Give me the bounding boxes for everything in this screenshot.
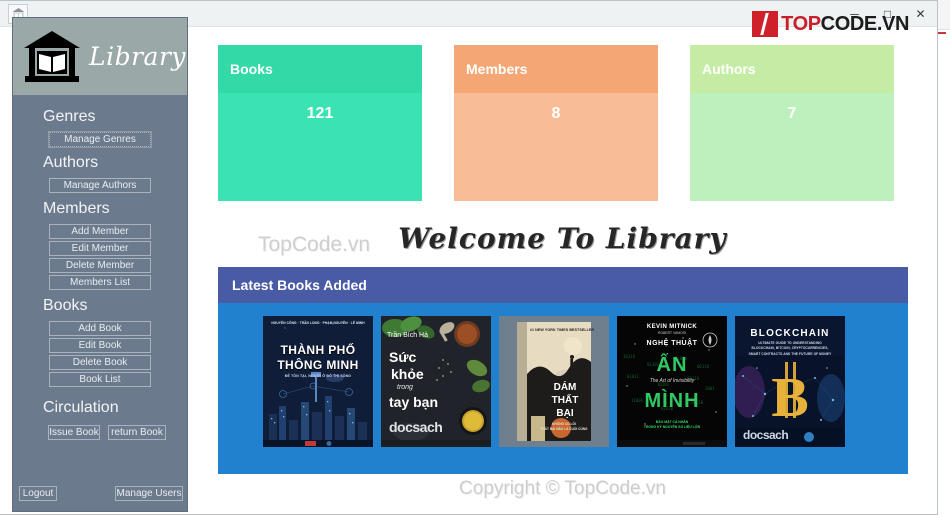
book-cover-thanh-pho-thong-minh[interactable]: NGUYỄN CÔNG · TRẦN LONG · PHẠM NGUYÊN · … xyxy=(263,316,373,447)
stat-card-authors-title: Authors xyxy=(690,45,894,93)
book-cover-2-title-line2: khỏe xyxy=(391,366,424,382)
stat-cards: Books 121 Members 8 Authors 7 xyxy=(218,45,915,201)
book-cover-5-publisher: docsach xyxy=(743,428,789,442)
book-cover-4-title-line1: NGHỆ THUẬT xyxy=(646,340,698,347)
topcode-logo-text-primary: TOP xyxy=(781,12,821,35)
book-cover-2-title-line4: tay bạn xyxy=(389,394,439,410)
book-cover-4-subtitle: The Art of Invisibility xyxy=(649,378,695,384)
sidebar-menu: Genres Manage Genres Authors Manage Auth… xyxy=(13,95,187,440)
book-cover-2-publisher: docsach xyxy=(389,419,443,435)
sidebar-item-add-member[interactable]: Add Member xyxy=(49,224,151,239)
topcode-logo: TOPCODE.VN xyxy=(752,11,909,37)
footer-watermark: Copyright © TopCode.vn xyxy=(459,478,666,499)
sidebar-logo: Library xyxy=(13,18,187,95)
topcode-logo-text-secondary: CODE.VN xyxy=(820,12,910,35)
book-cover-dam-that-bai[interactable]: #1 NEW YORK TIMES BESTSELLER DÁM THẤT BẠ… xyxy=(499,316,609,447)
screen-root: o t ─ □ ✕ TO xyxy=(0,0,950,515)
book-cover-5-subtitle: ULTIMATE GUIDE TO UNDERSTANDING BLOCKCHA… xyxy=(748,341,832,356)
book-cover-3-title-line3: BẠI xyxy=(556,408,574,419)
sidebar-heading-circulation: Circulation xyxy=(43,399,119,416)
book-cover-suc-khoe-trong-tay-ban[interactable]: Trần Bích Hà Sức khỏe trong tay bạn docs… xyxy=(381,316,491,447)
book-cover-nghe-thuat-an-minh[interactable]: 10110 01101 11010 00110 01011 10101 01110 100… xyxy=(617,316,727,447)
manage-users-button[interactable]: Manage Users xyxy=(115,486,183,501)
sidebar-footer: Logout Manage Users xyxy=(13,486,189,501)
stat-card-members-value: 8 xyxy=(454,93,658,201)
sidebar-heading-books: Books xyxy=(43,297,88,314)
sidebar-heading-members: Members xyxy=(43,200,110,217)
stat-card-books-title: Books xyxy=(218,45,422,93)
sidebar-logo-title: Library xyxy=(89,42,187,71)
logout-button[interactable]: Logout xyxy=(19,486,57,501)
stat-card-members-title: Members xyxy=(454,45,658,93)
content-area: Books 121 Members 8 Authors 7 TopCode.vn… xyxy=(200,27,925,514)
library-building-icon xyxy=(23,29,81,85)
book-cover-1-title-line2: THÔNG MINH xyxy=(277,358,359,372)
sidebar-item-manage-genres[interactable]: Manage Genres xyxy=(48,131,152,148)
sidebar-heading-authors: Authors xyxy=(43,154,99,171)
book-cover-2-author: Trần Bích Hà xyxy=(387,332,428,339)
book-cover-2-title-line1: Sức xyxy=(389,349,417,365)
book-cover-4-title-line2: ẨN xyxy=(656,354,688,376)
book-cover-4-title-line3: MÌNH xyxy=(644,390,700,412)
sidebar-item-issue-book[interactable]: Issue Book xyxy=(48,425,100,440)
book-cover-3-banner: #1 NEW YORK TIMES BESTSELLER xyxy=(529,328,595,332)
book-cover-5-title: BLOCKCHAIN xyxy=(750,328,830,339)
book-cover-3-title-line2: THẤT xyxy=(551,395,579,406)
sidebar-circulation-row: Issue Book return Book xyxy=(13,425,187,440)
sidebar-heading-genres: Genres xyxy=(43,108,96,125)
sidebar-item-members-list[interactable]: Members List xyxy=(49,275,151,290)
sidebar-item-delete-book[interactable]: Delete Book xyxy=(49,355,151,370)
stat-card-authors[interactable]: Authors 7 xyxy=(690,45,894,201)
sidebar-item-edit-book[interactable]: Edit Book xyxy=(49,338,151,353)
hero-section: TopCode.vn Welcome To Library xyxy=(200,222,925,270)
svg-text:B: B xyxy=(771,367,808,429)
book-cover-blockchain[interactable]: B BLOCKCHAIN ULTIMATE GUIDE TO UNDERSTAN… xyxy=(735,316,845,447)
stat-card-books[interactable]: Books 121 xyxy=(218,45,422,201)
topcode-logo-text: TOPCODE.VN xyxy=(781,13,909,36)
page-title: Welcome To Library xyxy=(398,222,727,255)
sidebar-item-add-book[interactable]: Add Book xyxy=(49,321,151,336)
stat-card-authors-value: 7 xyxy=(690,93,894,201)
sidebar-item-manage-authors[interactable]: Manage Authors xyxy=(49,178,151,193)
stat-card-members[interactable]: Members 8 xyxy=(454,45,658,201)
latest-books-row: NGUYỄN CÔNG · TRẦN LONG · PHẠM NGUYÊN · … xyxy=(218,303,908,447)
sidebar-item-delete-member[interactable]: Delete Member xyxy=(49,258,151,273)
latest-books-panel: Latest Books Added NGUYỄN CÔNG · TRẦN LO… xyxy=(218,267,908,474)
library-app-window: ─ □ ✕ TOPCODE.VN Library Genres Manage G… xyxy=(0,0,938,515)
book-cover-3-title-line1: DÁM xyxy=(553,382,577,393)
book-cover-4-footer: BÁO MẬT CÁ NHÂN TRONG KỶ NGUYÊN SỐ LIỆU … xyxy=(643,420,701,430)
book-cover-1-title-line1: THÀNH PHỐ xyxy=(280,343,356,357)
topcode-badge-icon xyxy=(752,11,779,37)
sidebar-item-edit-member[interactable]: Edit Member xyxy=(49,241,151,256)
book-cover-2-title-line3: trong xyxy=(397,384,413,391)
book-cover-1-authors: NGUYỄN CÔNG · TRẦN LONG · PHẠM NGUYÊN · … xyxy=(271,321,365,325)
book-cover-4-author: KEVIN MITNICK xyxy=(646,324,698,330)
sidebar: Library Genres Manage Genres Authors Man… xyxy=(12,17,188,512)
sidebar-item-book-list[interactable]: Book List xyxy=(49,372,151,387)
book-cover-1-subtitle: ĐỄ TỒN TẠI, NGƯỜI Ở ĐÔ THỊ SỐNG xyxy=(284,374,352,378)
book-cover-3-subtitle: KHÔNG CÓ LỖI THẤT BẠI NÀO LÀ CUỐI CÙNG xyxy=(540,422,588,431)
sidebar-item-return-book[interactable]: return Book xyxy=(108,425,166,440)
stat-card-books-value: 121 xyxy=(218,93,422,201)
latest-books-title: Latest Books Added xyxy=(218,267,908,303)
book-cover-4-author-sub: ROBERT VAMOSI xyxy=(658,331,686,335)
